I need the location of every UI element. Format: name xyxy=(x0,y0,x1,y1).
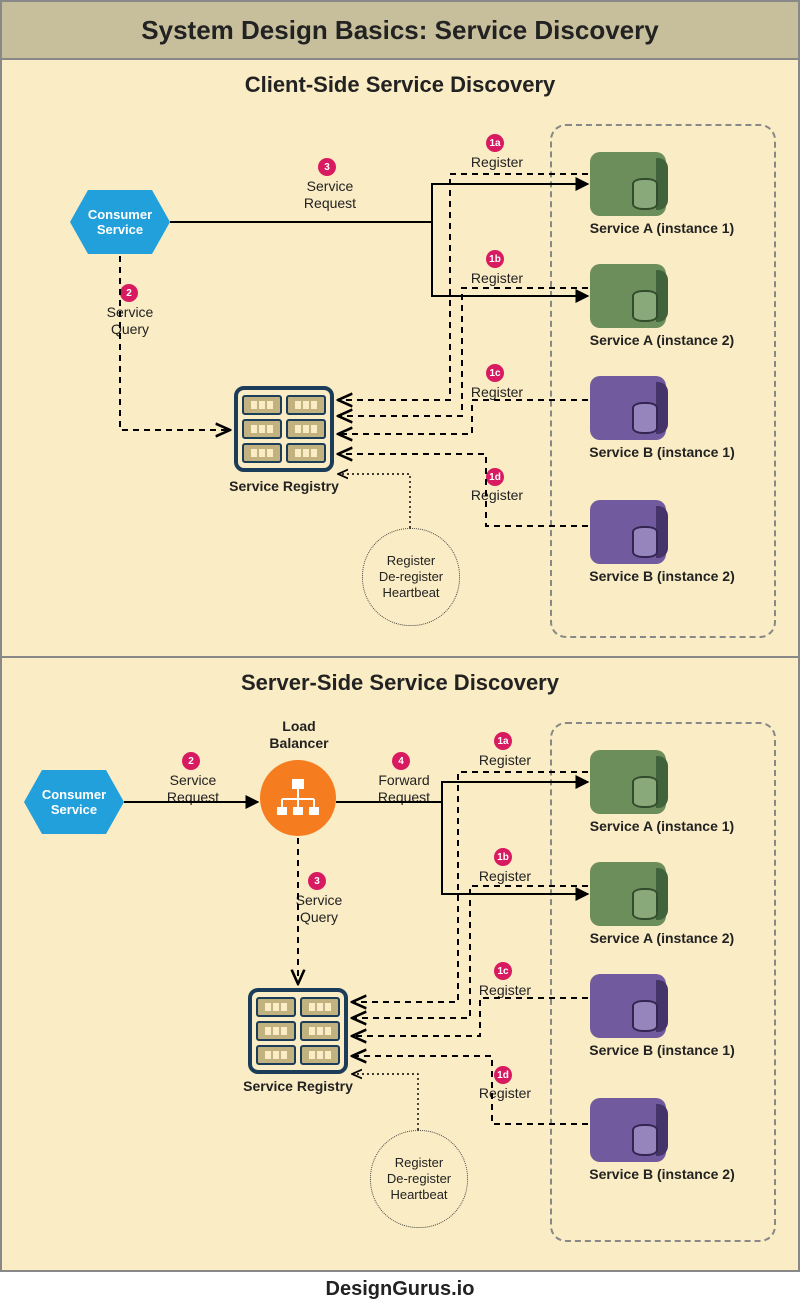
service-b-1-label: Service B (instance 1) xyxy=(562,444,762,461)
panel-heading: Server-Side Service Discovery xyxy=(2,658,798,696)
service-b-1-label: Service B (instance 1) xyxy=(562,1042,762,1059)
consumer-service: Consumer Service xyxy=(24,770,124,834)
badge-1c: 1c xyxy=(494,962,512,980)
registry-label: Service Registry xyxy=(228,1078,368,1095)
badge-2: 2 xyxy=(120,284,138,302)
label-3: Service Query xyxy=(284,892,354,926)
service-a-2 xyxy=(590,264,666,328)
label-1a: Register xyxy=(476,752,534,769)
register-bubble: Register De-register Heartbeat xyxy=(370,1130,468,1228)
badge-1d: 1d xyxy=(494,1066,512,1084)
label-1b: Register xyxy=(468,270,526,287)
badge-3: 3 xyxy=(318,158,336,176)
service-b-1 xyxy=(590,974,666,1038)
badge-4: 4 xyxy=(392,752,410,770)
panel-heading: Client-Side Service Discovery xyxy=(2,60,798,98)
badge-1c: 1c xyxy=(486,364,504,382)
badge-1a: 1a xyxy=(486,134,504,152)
service-a-1 xyxy=(590,152,666,216)
service-a-1-label: Service A (instance 1) xyxy=(562,818,762,835)
service-registry xyxy=(234,386,334,472)
load-balancer-label: Load Balancer xyxy=(254,718,344,752)
label-3: Service Request xyxy=(290,178,370,212)
service-b-2-label: Service B (instance 2) xyxy=(562,568,762,585)
badge-1b: 1b xyxy=(494,848,512,866)
registry-label: Service Registry xyxy=(214,478,354,495)
label-1a: Register xyxy=(468,154,526,171)
title-text: System Design Basics: Service Discovery xyxy=(141,15,658,46)
panel-server-side: Server-Side Service Discovery Consumer S… xyxy=(0,656,800,1272)
label-1c: Register xyxy=(468,384,526,401)
load-balancer xyxy=(260,760,336,836)
badge-2: 2 xyxy=(182,752,200,770)
label-1d: Register xyxy=(476,1085,534,1102)
badge-1b: 1b xyxy=(486,250,504,268)
service-b-1 xyxy=(590,376,666,440)
badge-1a: 1a xyxy=(494,732,512,750)
register-bubble: Register De-register Heartbeat xyxy=(362,528,460,626)
label-4: Forward Request xyxy=(366,772,442,806)
badge-3: 3 xyxy=(308,872,326,890)
page-title: System Design Basics: Service Discovery xyxy=(2,2,798,60)
service-b-2 xyxy=(590,1098,666,1162)
label-1c: Register xyxy=(476,982,534,999)
service-a-2-label: Service A (instance 2) xyxy=(562,332,762,349)
service-a-1-label: Service A (instance 1) xyxy=(562,220,762,237)
service-b-2 xyxy=(590,500,666,564)
label-1d: Register xyxy=(468,487,526,504)
service-a-2-label: Service A (instance 2) xyxy=(562,930,762,947)
label-2: Service Query xyxy=(98,304,162,338)
service-registry xyxy=(248,988,348,1074)
consumer-service: Consumer Service xyxy=(70,190,170,254)
panel-client-side: Client-Side Service Discovery Consumer S… xyxy=(0,58,800,658)
badge-1d: 1d xyxy=(486,468,504,486)
footer: DesignGurus.io xyxy=(2,1270,798,1309)
service-b-2-label: Service B (instance 2) xyxy=(562,1166,762,1183)
label-2: Service Request xyxy=(158,772,228,806)
label-1b: Register xyxy=(476,868,534,885)
service-a-1 xyxy=(590,750,666,814)
service-a-2 xyxy=(590,862,666,926)
